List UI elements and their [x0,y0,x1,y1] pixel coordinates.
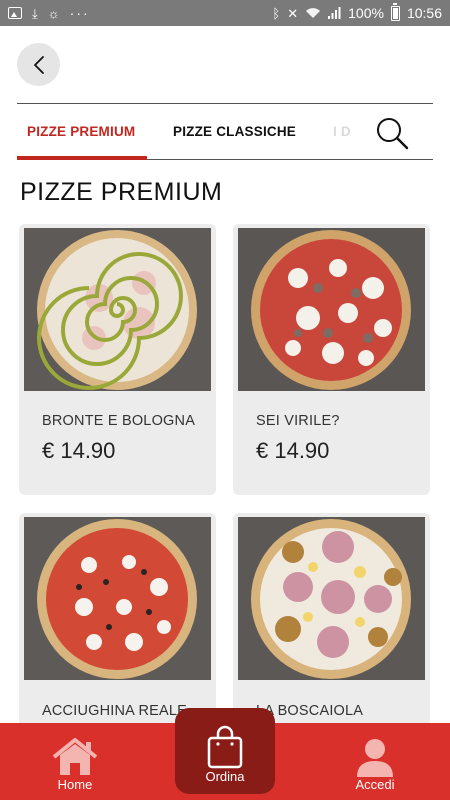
section-title: PIZZE PREMIUM [20,178,223,206]
image-icon [8,7,22,19]
active-tab-indicator [17,156,147,160]
signal-icon [328,7,341,19]
product-price: € 14.90 [256,438,330,463]
category-tabs: PIZZE PREMIUM PIZZE CLASSICHE I D [17,103,433,160]
nav-ordina-label: Ordina [205,769,245,784]
product-name: SEI VIRILE? [256,413,340,429]
product-price: € 14.90 [42,438,116,463]
nav-accedi-label: Accedi [355,777,395,792]
mute-icon: ✕ [287,5,299,21]
clock: 10:56 [406,5,442,21]
user-icon [357,739,393,777]
search-icon [377,118,409,150]
more-dots-icon: ··· [69,5,90,21]
pizza-image [238,228,425,391]
wifi-icon [306,8,321,18]
back-button[interactable] [17,43,60,86]
battery-icon [390,2,400,21]
product-name: BRONTE E BOLOGNA [42,413,196,429]
product-card[interactable]: SEI VIRILE? € 14.90 [233,224,430,495]
pizza-image [24,517,211,680]
nav-home[interactable]: Home [40,723,110,800]
nav-accedi[interactable]: Accedi [340,723,410,800]
tab-pizze-classiche[interactable]: PIZZE CLASSICHE [173,104,296,159]
sync-icon: ☼ [47,5,60,21]
tab-pizze-premium[interactable]: PIZZE PREMIUM [27,104,135,159]
chevron-left-icon [33,55,44,74]
search-button[interactable] [375,116,409,150]
nav-home-label: Home [57,777,93,792]
product-name: ACCIUGHINA REALE [42,703,188,719]
shopping-bag-icon [207,725,243,769]
battery-percentage: 100% [348,5,384,21]
nav-ordina[interactable]: Ordina [175,708,275,794]
download-icon: ⤓ [32,5,38,21]
pizza-image [238,517,425,680]
product-card[interactable]: BRONTE E BOLOGNA € 14.90 [19,224,216,495]
bluetooth-icon: ᛒ [272,5,281,21]
status-bar: ⤓ ☼ ··· ᛒ ✕ 100% 10:56 [0,0,450,26]
pizza-image [24,228,211,391]
home-icon [52,738,98,775]
tab-next-category[interactable]: I D [333,104,357,159]
